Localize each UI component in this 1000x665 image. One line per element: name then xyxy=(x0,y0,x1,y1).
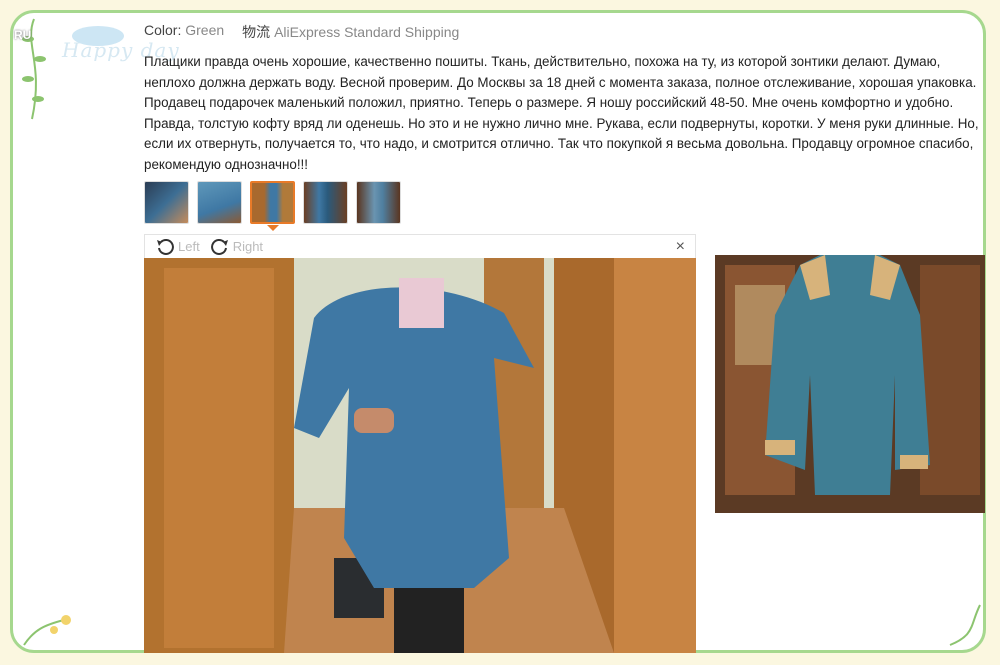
color-label: Color: xyxy=(144,22,182,38)
vine-corner-decoration-icon xyxy=(949,604,981,646)
close-viewer-button[interactable]: × xyxy=(676,238,685,256)
thumbnail-photo-5[interactable] xyxy=(356,181,401,224)
thumbnail-photo-2[interactable] xyxy=(197,181,242,224)
rotate-right-button[interactable]: Right xyxy=(210,237,263,257)
review-photo-large xyxy=(144,258,696,653)
review-text: Плащики правда очень хорошие, качественн… xyxy=(144,54,979,172)
rotate-left-label: Left xyxy=(178,239,200,254)
image-viewer-toolbar: Left Right × xyxy=(144,234,696,258)
shipping-value: AliExpress Standard Shipping xyxy=(274,24,460,40)
rotate-right-icon xyxy=(210,238,228,255)
rotate-left-button[interactable]: Left xyxy=(155,237,200,257)
review-photo-side xyxy=(715,255,985,513)
thumbnail-photo-1[interactable] xyxy=(144,181,189,224)
active-thumbnail-caret xyxy=(267,225,279,231)
shipping-label: 物流 xyxy=(242,24,271,40)
rotate-right-label: Right xyxy=(232,239,264,254)
review-meta: Color: Green 物流 AliExpress Standard Ship… xyxy=(144,22,459,42)
flower-decoration-icon xyxy=(23,615,71,646)
thumbnail-strip xyxy=(144,181,401,224)
thumbnail-photo-3[interactable] xyxy=(250,181,295,224)
color-value: Green xyxy=(185,22,225,38)
locale-badge: RU xyxy=(14,28,32,42)
thumbnail-photo-4[interactable] xyxy=(303,181,348,224)
rotate-left-icon xyxy=(157,238,174,255)
